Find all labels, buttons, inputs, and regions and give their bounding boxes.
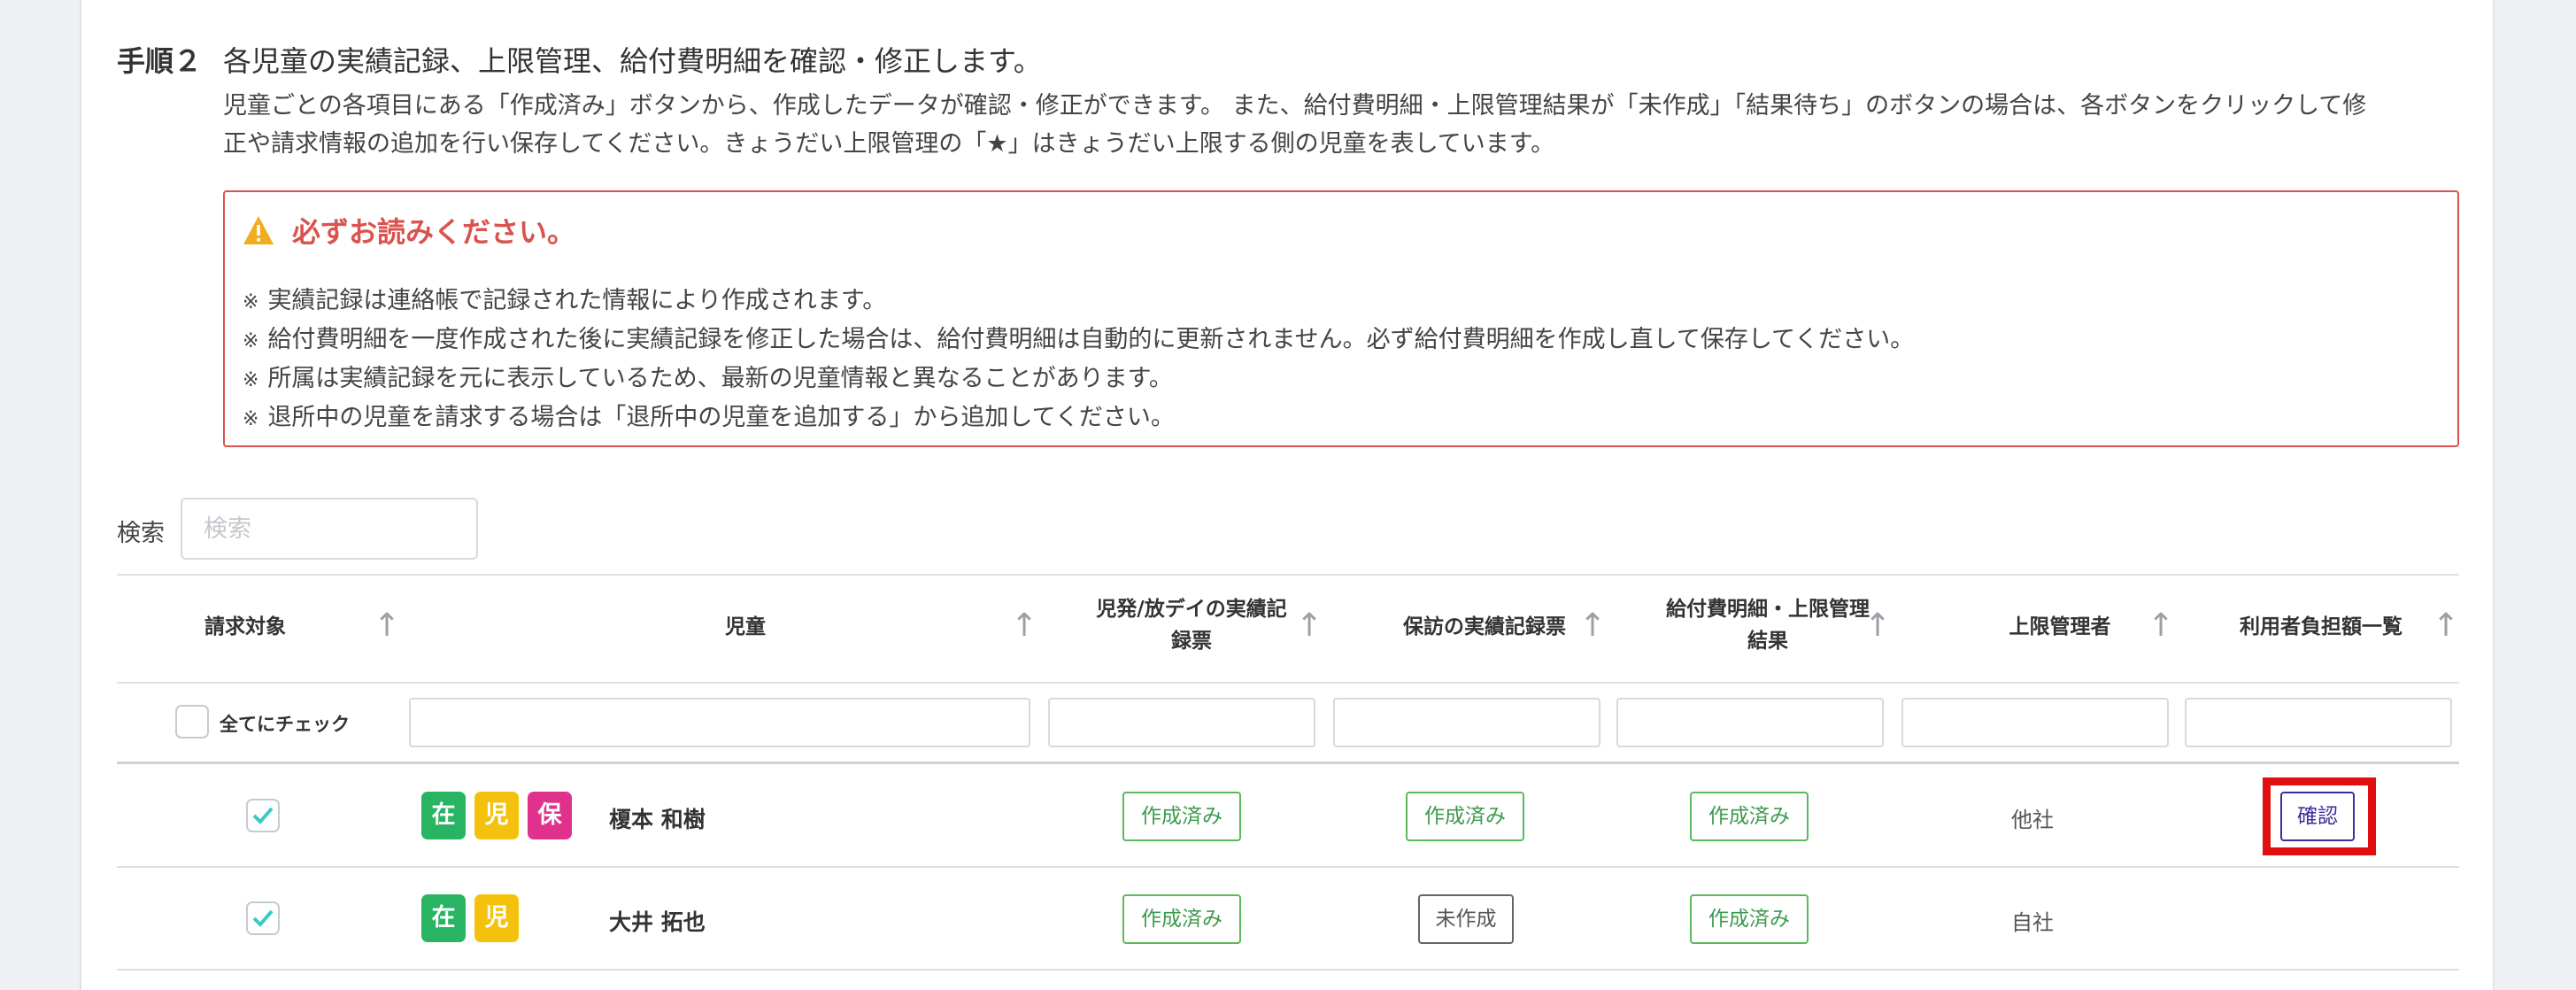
badge-jihatsu: 児: [474, 792, 519, 839]
notice-item: ※ 給付費明細を一度作成された後に実績記録を修正した場合は、給付費明細は自動的に更…: [243, 321, 1914, 360]
notice-item-text: 実績記録は連絡帳で記録された情報により作成されます。: [267, 287, 887, 314]
notice-mark: ※: [243, 330, 259, 352]
row-checkbox[interactable]: [246, 901, 280, 935]
table-divider: [117, 866, 2459, 868]
check-icon: [252, 909, 274, 927]
hoho-status-button[interactable]: 作成済み: [1406, 792, 1524, 841]
header-jihatsu-line1: 児発/放デイの実績記: [1096, 598, 1287, 621]
check-all-label: 全てにチェック: [220, 714, 350, 735]
notice-item: ※ 所属は実績記録を元に表示しているため、最新の児童情報と異なることがあります。: [243, 360, 1914, 399]
step-title: 各児童の実績記録、上限管理、給付費明細を確認・修正します。: [223, 44, 1042, 78]
badge-zaiseki: 在: [421, 894, 466, 942]
notice-item-text: 退所中の児童を請求する場合は「退所中の児童を追加する」から追加してください。: [267, 404, 1175, 431]
jihatsu-status-button[interactable]: 作成済み: [1122, 894, 1241, 944]
notice-item: ※ 退所中の児童を請求する場合は「退所中の児童を追加する」から追加してください。: [243, 399, 1914, 438]
step-description-line2: 正や請求情報の追加を行い保存してください。きょうだい上限管理の「★」はきょうだい…: [223, 130, 1555, 158]
header-target[interactable]: 請求対象: [170, 611, 320, 643]
table-divider: [117, 969, 2459, 971]
badge-hoho: 保: [528, 792, 572, 839]
notice-item-text: 所属は実績記録を元に表示しているため、最新の児童情報と異なることがあります。: [267, 365, 1173, 392]
badge-zaiseki: 在: [421, 792, 466, 839]
header-jihatsu-line2: 録票: [1171, 630, 1212, 653]
row-checkbox[interactable]: [246, 799, 280, 832]
notice-item: ※ 実績記録は連絡帳で記録された情報により作成されます。: [243, 282, 1914, 321]
sort-arrow-icon[interactable]: ↑: [1011, 607, 1037, 644]
sort-arrow-icon[interactable]: ↑: [1579, 607, 1606, 644]
notice-mark: ※: [243, 369, 259, 391]
step-description: 児童ごとの各項目にある「作成済み」ボタンから、作成したデータが確認・修正ができま…: [223, 87, 2454, 163]
filter-kyufu-input[interactable]: [1616, 698, 1884, 747]
header-burden-list[interactable]: 利用者負担額一覧: [2188, 611, 2454, 643]
filter-burden-input[interactable]: [2185, 698, 2452, 747]
badge-jihatsu: 児: [474, 894, 519, 942]
hoho-status-button[interactable]: 未作成: [1418, 894, 1514, 944]
table-divider: [117, 762, 2459, 764]
notice-list: ※ 実績記録は連絡帳で記録された情報により作成されます。 ※ 給付費明細を一度作成さ…: [243, 282, 1914, 438]
sort-arrow-icon[interactable]: ↑: [2433, 607, 2459, 644]
step-description-line1: 児童ごとの各項目にある「作成済み」ボタンから、作成したデータが確認・修正ができま…: [223, 92, 2367, 120]
table-divider: [117, 574, 2459, 576]
filter-manager-input[interactable]: [1901, 698, 2169, 747]
filter-hoho-input[interactable]: [1333, 698, 1600, 747]
sort-arrow-icon[interactable]: ↑: [1864, 607, 1891, 644]
step-label: 手順２: [117, 44, 203, 78]
confirm-button[interactable]: 確認: [2280, 792, 2355, 841]
table-divider: [117, 682, 2459, 684]
child-name[interactable]: 大井 拓也: [609, 905, 706, 937]
filter-child-input[interactable]: [409, 698, 1030, 747]
manager-cell: 自社: [2011, 910, 2054, 935]
notice-mark: ※: [243, 408, 259, 430]
child-name[interactable]: 榎本 和樹: [609, 802, 706, 834]
notice-item-text: 給付費明細を一度作成された後に実績記録を修正した場合は、給付費明細は自動的に更新…: [267, 326, 1915, 353]
manager-cell: 他社: [2011, 808, 2054, 832]
header-hoho-record[interactable]: 保訪の実績記録票: [1356, 611, 1613, 643]
notice-box: 必ずお読みください。 ※ 実績記録は連絡帳で記録された情報により作成されます。 ※…: [223, 190, 2459, 447]
sort-arrow-icon[interactable]: ↑: [374, 607, 400, 644]
check-icon: [252, 807, 274, 824]
notice-title-text: 必ずお読みください。: [292, 215, 576, 249]
filter-jihatsu-input[interactable]: [1048, 698, 1315, 747]
notice-title: 必ずお読みください。: [243, 210, 575, 251]
kyufu-status-button[interactable]: 作成済み: [1690, 894, 1809, 944]
header-jihatsu-record[interactable]: 児発/放デイの実績記 録票: [1059, 593, 1324, 657]
jihatsu-status-button[interactable]: 作成済み: [1122, 792, 1241, 841]
search-label: 検索: [117, 520, 165, 547]
header-child[interactable]: 児童: [648, 611, 843, 643]
sort-arrow-icon[interactable]: ↑: [1296, 607, 1323, 644]
header-manager[interactable]: 上限管理者: [1949, 611, 2171, 643]
kyufu-status-button[interactable]: 作成済み: [1690, 792, 1809, 841]
warning-triangle-icon: [243, 216, 274, 244]
sort-arrow-icon[interactable]: ↑: [2148, 607, 2174, 644]
notice-mark: ※: [243, 291, 259, 313]
search-input[interactable]: [181, 498, 478, 560]
check-all-checkbox[interactable]: [175, 705, 209, 739]
